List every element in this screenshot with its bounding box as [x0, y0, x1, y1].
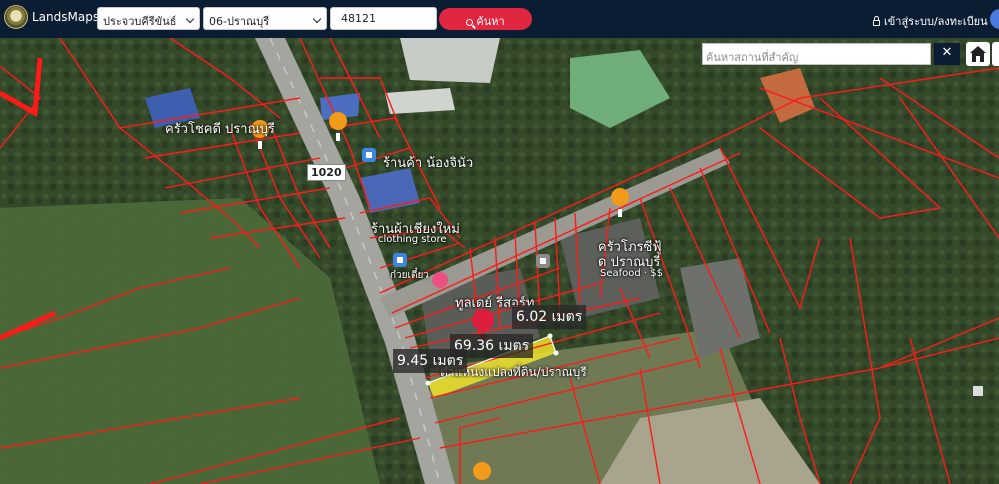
map-marker-icon[interactable] — [973, 386, 983, 396]
parcel-number-input[interactable]: 48121 — [330, 7, 437, 30]
chevron-down-icon — [312, 14, 322, 24]
search-button-label: ค้นหา — [476, 15, 505, 28]
province-select[interactable]: ประจวบคีรีขันธ์ — [97, 7, 200, 30]
site-logo[interactable] — [4, 5, 28, 29]
close-icon[interactable]: ✕ — [934, 43, 960, 65]
satellite-map[interactable] — [0, 38, 999, 484]
measurement-label: 9.45 เมตร — [393, 349, 468, 373]
place-search-input[interactable]: ค้นหาสถานที่สำคัญ — [702, 43, 931, 65]
home-icon — [970, 46, 986, 53]
place-label[interactable]: ครัวโชคดี ปราณบุรี — [165, 118, 275, 139]
lock-icon — [873, 16, 880, 26]
measurement-label: 6.02 เมตร — [512, 305, 587, 329]
search-icon — [466, 19, 474, 26]
clothing-pin-icon[interactable] — [393, 253, 407, 267]
shop-pin-icon[interactable] — [362, 148, 376, 162]
search-button[interactable]: ค้นหา — [439, 8, 532, 30]
measure-vertex — [547, 333, 553, 339]
layers-button[interactable] — [992, 42, 999, 66]
store-pin-icon[interactable] — [536, 254, 550, 268]
map-canvas[interactable]: 1020 ครัวโชคดี ปราณบุรี ร้านค้า น้องจินั… — [0, 38, 999, 484]
login-link[interactable]: เข้าสู่ระบบ/ลงทะเบียน — [873, 12, 988, 30]
top-navbar: LandsMaps ประจวบคีรีขันธ์ 06-ปราณบุรี 48… — [0, 0, 999, 38]
login-label: เข้าสู่ระบบ/ลงทะเบียน — [884, 15, 988, 28]
home-icon-door — [976, 56, 980, 62]
place-category: clothing store — [378, 234, 447, 245]
chevron-down-icon — [185, 14, 195, 24]
place-label[interactable]: ร้านค้า น้องจินัว — [383, 152, 473, 173]
home-button[interactable] — [966, 42, 990, 66]
building-roof — [400, 38, 500, 83]
district-select-value: 06-ปราณบุรี — [209, 15, 270, 28]
district-select[interactable]: 06-ปราณบุรี — [203, 7, 327, 30]
avatar[interactable] — [990, 9, 999, 29]
measure-vertex — [425, 380, 431, 386]
brand-name[interactable]: LandsMaps — [32, 10, 99, 24]
place-category: Seafood · $$ — [600, 268, 663, 279]
province-select-value: ประจวบคีรีขันธ์ — [103, 15, 177, 28]
measure-vertex — [553, 350, 559, 356]
place-label[interactable]: ก๋วยเตี๋ยว — [390, 268, 429, 283]
road-number-sign: 1020 — [307, 164, 346, 181]
